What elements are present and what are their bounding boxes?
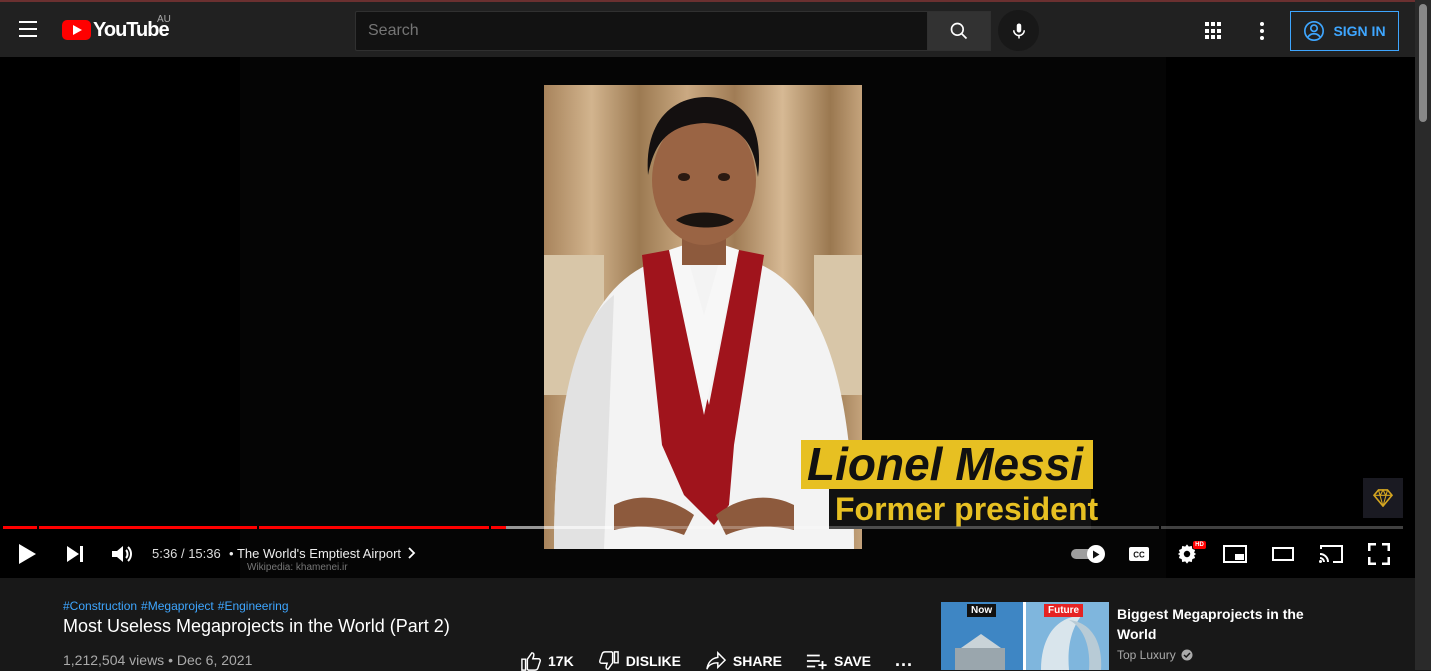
more-actions-button[interactable]: ...: [895, 650, 913, 671]
upload-date: Dec 6, 2021: [176, 652, 253, 668]
chapter-marker: [1159, 526, 1161, 529]
player-controls: 5:36 / 15:36 • The World's Emptiest Airp…: [0, 530, 1415, 578]
overlay-name-caption: Lionel Messi: [801, 440, 1093, 489]
theater-mode-button[interactable]: [1269, 540, 1297, 568]
miniplayer-icon: [1223, 545, 1247, 563]
thumbs-down-icon: [598, 650, 619, 670]
progress-bar[interactable]: [3, 526, 1403, 529]
page-scrollbar[interactable]: [1415, 0, 1431, 670]
subtitles-button[interactable]: CC: [1125, 540, 1153, 568]
fullscreen-button[interactable]: [1365, 540, 1393, 568]
vertical-dots-icon: [1260, 22, 1264, 26]
hd-badge: HD: [1193, 541, 1206, 549]
like-count: 17K: [548, 652, 574, 669]
related-video-title[interactable]: Biggest Megaprojects in the World: [1117, 604, 1317, 644]
autoplay-play-icon: [1093, 550, 1100, 558]
settings-more-button[interactable]: [1252, 19, 1272, 43]
youtube-play-logo-icon: [62, 20, 91, 40]
volume-icon: [112, 546, 132, 562]
related-video-item[interactable]: Now Future Biggest Megaprojects in the W…: [941, 602, 1321, 670]
account-circle-icon: [1304, 21, 1325, 41]
cast-icon: [1319, 545, 1343, 563]
hashtag-link[interactable]: #Construction: [63, 599, 137, 613]
related-video-thumbnail[interactable]: Now Future: [941, 602, 1109, 670]
voice-search-button[interactable]: [998, 10, 1039, 51]
dislike-label: DISLIKE: [625, 652, 681, 669]
next-button[interactable]: [61, 540, 89, 568]
theater-mode-icon: [1272, 547, 1294, 561]
like-button[interactable]: 17K: [520, 650, 574, 671]
save-label: SAVE: [833, 652, 872, 669]
share-label: SHARE: [732, 652, 782, 669]
save-button[interactable]: SAVE: [806, 650, 871, 671]
miniplayer-button[interactable]: [1221, 540, 1249, 568]
youtube-logo[interactable]: YouTube: [62, 18, 170, 42]
skip-next-icon: [67, 546, 83, 562]
chapter-title-button[interactable]: • The World's Emptiest Airport: [229, 546, 417, 561]
region-code: AU: [157, 14, 171, 25]
apps-grid-icon: [1205, 22, 1209, 26]
progress-played: [3, 526, 506, 529]
thumbs-up-icon: [521, 651, 541, 671]
hashtag-link[interactable]: #Megaproject: [141, 599, 214, 613]
chapter-marker: [489, 526, 491, 529]
verified-check-icon: [1181, 649, 1193, 661]
share-arrow-icon: [706, 650, 727, 669]
search-input[interactable]: [355, 11, 928, 51]
video-info: #Construction #Megaproject #Engineering Mo…: [0, 578, 1415, 671]
chapter-marker: [257, 526, 259, 529]
chapter-title: The World's Emptiest Airport: [236, 546, 402, 561]
channel-name: Top Luxury: [1117, 648, 1176, 662]
play-button[interactable]: [13, 540, 41, 568]
chevron-right-icon: [408, 547, 415, 559]
duration: 15:36: [188, 546, 221, 561]
thumbnail-tag-now: Now: [967, 604, 997, 617]
fullscreen-icon: [1368, 543, 1390, 565]
guide-menu-button[interactable]: [14, 16, 42, 44]
search-icon: [950, 22, 968, 40]
microphone-icon: [1012, 23, 1025, 38]
play-icon: [19, 544, 36, 564]
sign-in-label: SIGN IN: [1333, 23, 1386, 39]
scrollbar-thumb[interactable]: [1419, 4, 1427, 122]
thumbnail-tag-future: Future: [1044, 604, 1084, 617]
sign-in-button[interactable]: SIGN IN: [1290, 11, 1399, 51]
current-time: 5:36: [152, 546, 178, 561]
related-video-channel[interactable]: Top Luxury: [1117, 648, 1193, 662]
image-attribution: Wikipedia: khamenei.ir: [247, 562, 348, 573]
overlay-title-caption: Former president: [829, 489, 1098, 529]
playlist-add-icon: [806, 654, 827, 669]
action-bar: 17K DISLIKE SHARE SAVE ...: [520, 650, 937, 671]
cast-button[interactable]: [1317, 540, 1345, 568]
youtube-apps-button[interactable]: [1202, 19, 1226, 43]
time-display: 5:36 / 15:36: [152, 546, 221, 561]
dislike-button[interactable]: DISLIKE: [598, 650, 681, 671]
closed-captions-icon: CC: [1129, 547, 1149, 561]
search-button[interactable]: [927, 11, 991, 51]
channel-branding-watermark[interactable]: [1363, 478, 1403, 518]
share-button[interactable]: SHARE: [705, 650, 782, 671]
hashtag-link[interactable]: #Engineering: [218, 599, 289, 613]
hashtag-list: #Construction #Megaproject #Engineering: [63, 599, 293, 613]
masthead: YouTube AU SIGN IN: [0, 0, 1431, 57]
mute-button[interactable]: [108, 540, 136, 568]
svg-text:CC: CC: [1133, 551, 1145, 560]
video-meta: 1,212,504 views • Dec 6, 2021: [63, 652, 253, 668]
video-title: Most Useless Megaprojects in the World (…: [63, 616, 450, 636]
chapter-marker: [37, 526, 39, 529]
diamond-icon: [1372, 489, 1394, 507]
autoplay-toggle[interactable]: [1071, 545, 1105, 563]
menu-icon: [19, 21, 37, 23]
view-count: 1,212,504 views: [63, 652, 165, 668]
